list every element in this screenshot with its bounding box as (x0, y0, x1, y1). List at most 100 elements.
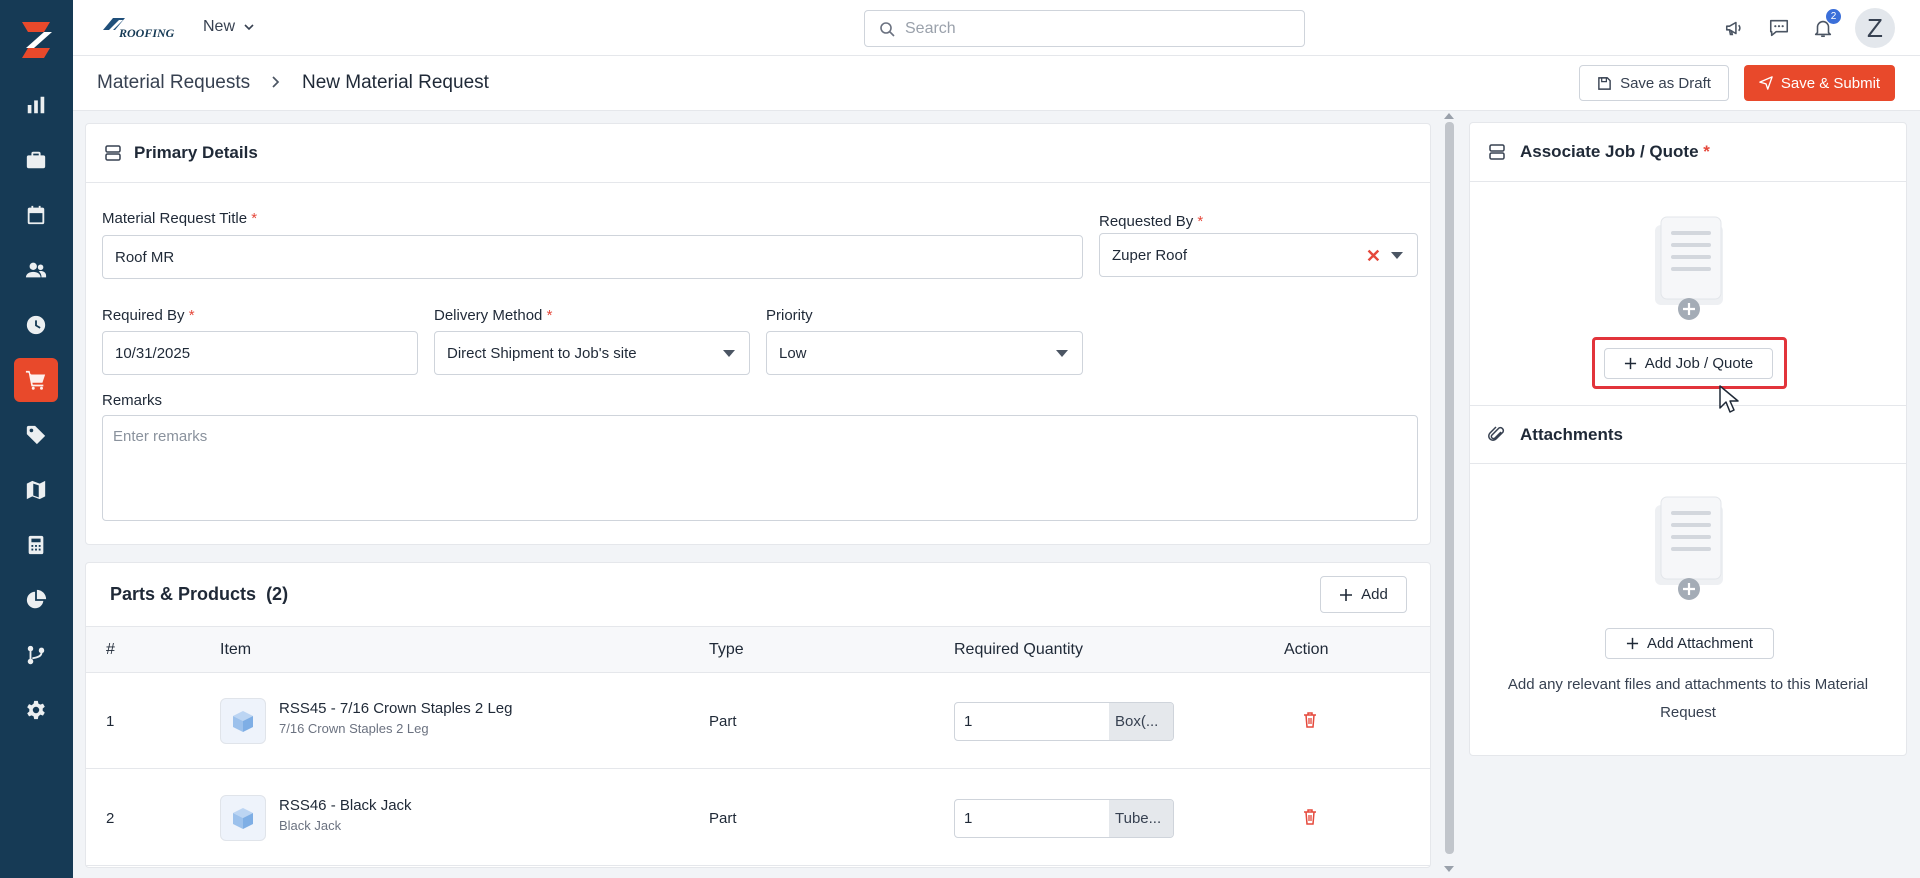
delivery-method-select[interactable]: Direct Shipment to Job's site (434, 331, 750, 375)
delete-icon[interactable] (1301, 711, 1319, 729)
quantity-input[interactable]: 1 (955, 703, 1109, 740)
quantity-unit[interactable]: Tube... (1109, 800, 1173, 837)
required-by-label: Required By * (102, 307, 195, 324)
attachments-header: Attachments (1470, 405, 1906, 464)
row-number: 2 (106, 810, 115, 827)
product-thumbnail (220, 795, 266, 841)
announcements-button[interactable] (1721, 14, 1749, 42)
sidebar-item-workflows[interactable] (14, 633, 58, 677)
sidebar-item-map[interactable] (14, 468, 58, 512)
sidebar-item-schedule[interactable] (14, 193, 58, 237)
plus-icon (1626, 637, 1639, 650)
material-request-title-value: Roof MR (115, 248, 175, 266)
column-header-num: # (106, 641, 115, 658)
cart-icon (25, 370, 46, 390)
save-as-draft-label: Save as Draft (1620, 74, 1711, 92)
quantity-input[interactable]: 1 (955, 800, 1109, 837)
paperclip-icon (1488, 425, 1505, 441)
delivery-method-label: Delivery Method * (434, 307, 553, 324)
main-scrollbar[interactable] (1442, 112, 1456, 872)
top-bar: ROOFING New 2 Z (73, 0, 1920, 56)
add-attachment-button[interactable]: Add Attachment (1605, 628, 1774, 659)
dropdown-caret-icon (1391, 252, 1403, 259)
column-header-type: Type (709, 641, 744, 658)
send-icon (1759, 76, 1773, 90)
breadcrumb-material-requests[interactable]: Material Requests (97, 72, 250, 94)
sidebar-item-pricing[interactable] (14, 413, 58, 457)
column-header-required-quantity: Required Quantity (954, 641, 1083, 658)
map-icon (26, 480, 46, 500)
document-illustration-icon (1655, 216, 1723, 320)
sidebar-item-settings[interactable] (14, 688, 58, 732)
megaphone-icon (1725, 21, 1741, 36)
box-icon (233, 808, 253, 829)
add-job-quote-label: Add Job / Quote (1644, 355, 1754, 372)
quantity-input-group[interactable]: 1 Tube... (954, 799, 1174, 838)
requested-by-select[interactable]: Zuper Roof ✕ (1099, 233, 1418, 277)
table-row: 2 RSS46 - Black Jack Black Jack Part 1 T… (86, 770, 1430, 866)
new-menu-label: New (203, 18, 236, 35)
save-as-draft-button[interactable]: Save as Draft (1579, 65, 1729, 101)
item-description: 7/16 Crown Staples 2 Leg (279, 721, 429, 736)
sidebar-item-timesheets[interactable] (14, 303, 58, 347)
scroll-up-arrow-icon[interactable] (1444, 113, 1454, 119)
required-by-value: 10/31/2025 (115, 344, 191, 362)
gear-icon (27, 700, 45, 720)
page-title: New Material Request (302, 72, 489, 93)
search-icon (880, 21, 895, 37)
column-header-action: Action (1284, 641, 1329, 658)
save-and-submit-label: Save & Submit (1780, 74, 1881, 92)
user-avatar[interactable]: Z (1855, 8, 1895, 48)
delete-icon[interactable] (1301, 808, 1319, 826)
priority-value: Low (779, 344, 807, 362)
requested-by-label: Requested By * (1099, 213, 1204, 230)
item-name[interactable]: RSS46 - Black Jack (279, 797, 412, 814)
plus-icon (1624, 357, 1636, 370)
quantity-input-group[interactable]: 1 Box(... (954, 702, 1174, 741)
notification-count-badge: 2 (1826, 9, 1841, 24)
dropdown-caret-icon (723, 350, 735, 357)
add-part-button[interactable]: Add (1320, 576, 1407, 613)
mouse-pointer-icon (1719, 385, 1739, 413)
search-input[interactable] (905, 19, 1285, 38)
sidebar-item-jobs[interactable] (14, 138, 58, 182)
clock-icon (26, 315, 46, 335)
scroll-down-arrow-icon[interactable] (1444, 866, 1454, 872)
notifications-button[interactable]: 2 (1809, 9, 1841, 42)
priority-select[interactable]: Low (766, 331, 1083, 375)
add-job-quote-button[interactable]: Add Job / Quote (1604, 348, 1773, 379)
add-attachment-label: Add Attachment (1647, 635, 1753, 652)
associate-job-quote-header: Associate Job / Quote * (1470, 123, 1906, 182)
primary-details-title: Primary Details (134, 143, 258, 162)
new-menu-button[interactable]: New (203, 18, 255, 36)
app-logo-icon[interactable] (14, 18, 58, 62)
item-name[interactable]: RSS45 - 7/16 Crown Staples 2 Leg (279, 700, 512, 717)
sidebar-item-estimates[interactable] (14, 523, 58, 567)
associate-job-quote-title: Associate Job / Quote * (1520, 142, 1710, 161)
bar-chart-icon (27, 96, 45, 114)
brand-logo-text: ROOFING (118, 26, 175, 40)
remarks-textarea[interactable] (102, 415, 1418, 521)
attachments-title: Attachments (1520, 424, 1623, 444)
sidebar-item-analytics[interactable] (14, 578, 58, 622)
required-by-date-input[interactable]: 10/31/2025 (102, 331, 418, 375)
attachments-help-text: Add any relevant files and attachments t… (1507, 676, 1869, 721)
roofing-logo[interactable]: ROOFING (99, 14, 179, 40)
requested-by-value: Zuper Roof (1112, 246, 1188, 264)
primary-details-header: Primary Details (86, 124, 1430, 183)
scrollbar-thumb[interactable] (1445, 122, 1454, 854)
quantity-unit[interactable]: Box(... (1109, 703, 1173, 740)
chat-icon (1769, 19, 1789, 37)
row-number: 1 (106, 713, 115, 730)
chat-button[interactable] (1765, 14, 1793, 42)
sidebar-item-customers[interactable] (14, 248, 58, 292)
sidebar-item-material-requests[interactable] (14, 358, 58, 402)
product-thumbnail (220, 698, 266, 744)
save-and-submit-button[interactable]: Save & Submit (1744, 65, 1895, 101)
material-request-title-input[interactable]: Roof MR (102, 235, 1083, 279)
box-icon (233, 711, 253, 732)
calendar-icon (27, 205, 45, 225)
search-bar[interactable] (864, 10, 1305, 47)
clear-icon[interactable]: ✕ (1366, 246, 1381, 267)
sidebar-item-reports[interactable] (14, 83, 58, 127)
